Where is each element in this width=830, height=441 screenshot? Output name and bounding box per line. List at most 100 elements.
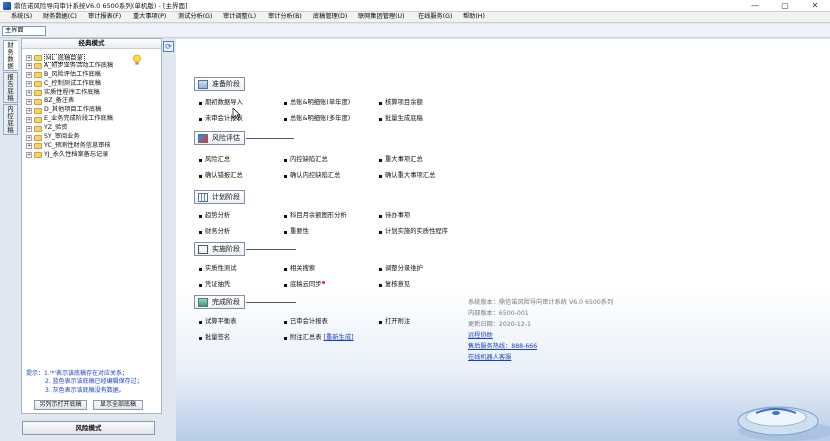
folder-icon (34, 54, 42, 61)
tree-item[interactable]: + ML_底稿目录 (26, 53, 146, 63)
stage-divider (246, 302, 296, 303)
stage-item[interactable]: 总账&明细账(多年度) (284, 115, 350, 123)
menu-major[interactable]: 重大事项(P) (133, 12, 166, 22)
tree-item[interactable]: + YJ_永久性档案备忘记录 (26, 151, 146, 160)
stage-risk[interactable]: 风险评估 (194, 131, 245, 145)
tab-report-workpaper[interactable]: 报告底稿 (3, 72, 18, 103)
folder-icon (34, 107, 42, 114)
workpaper-tree-panel: 经典模式 + ML_底稿目录 + A_初步业务活动工作底稿 + B_风险评估工作底稿 … (21, 38, 162, 414)
menu-help[interactable]: 帮助(H) (463, 12, 485, 22)
tree-item[interactable]: + YC_预测性财务信息审核 (26, 142, 146, 151)
folder-icon (34, 116, 42, 123)
maximize-button[interactable]: ▢ (770, 0, 800, 12)
stage-item[interactable]: 计划实施的实质性程序 (379, 228, 448, 236)
stage-item[interactable]: 实质性测试 (199, 265, 236, 273)
stage-item[interactable]: 相关搜索 (284, 265, 315, 273)
menu-reports[interactable]: 审计报表(F) (88, 12, 121, 22)
menu-adjust[interactable]: 审计调整(L) (223, 12, 256, 22)
risk-mode-button[interactable]: 风险模式 (22, 421, 155, 435)
tree-item[interactable]: + E_业务完成阶段工作底稿 (26, 115, 146, 124)
tree-item[interactable]: + BZ_备注表 (26, 97, 146, 106)
tree-item-label: D_其他项目工作底稿 (44, 106, 102, 114)
stage-item[interactable]: 调整分录维护 (379, 265, 423, 273)
stage-item[interactable]: 内控缺陷汇总 (284, 156, 328, 164)
tree-item-label: A_初步业务活动工作底稿 (44, 61, 114, 69)
stage-divider (246, 249, 296, 250)
hint-line: 2. 蓝色表示该底稿已经编辑保存过； (45, 378, 143, 386)
window-title: 鼎信诺风险导向审计系统V6.0 6500系列(单机版) - [主界面] (14, 2, 188, 10)
workpaper-tree: + ML_底稿目录 + A_初步业务活动工作底稿 + B_风险评估工作底稿 + C_控制… (26, 53, 146, 160)
stage-item[interactable]: 已审会计报表 (284, 318, 328, 326)
stage-item[interactable]: 重大事项汇总 (379, 156, 423, 164)
tree-item[interactable]: + D_其他项目工作底稿 (26, 106, 146, 115)
expand-icon[interactable]: + (26, 63, 32, 70)
expand-icon[interactable]: + (26, 98, 32, 105)
stage-item[interactable]: 打开附注 (379, 318, 410, 326)
close-button[interactable]: ✕ (800, 0, 830, 12)
stage-item[interactable]: 确认重大事项汇总 (379, 172, 435, 180)
stage-item[interactable]: 试算平衡表 (199, 318, 236, 326)
tree-item[interactable]: + YZ_验资 (26, 124, 146, 133)
side-tabs: 财务数据 报告底稿 内控底稿 (3, 40, 18, 140)
show-all-button[interactable]: 显示全部底稿 (93, 400, 143, 410)
expand-icon[interactable]: + (26, 125, 32, 132)
tree-item[interactable]: + SY_审阅业务 (26, 133, 146, 142)
tab-financial-data[interactable]: 财务数据 (3, 40, 18, 71)
folder-icon (34, 143, 42, 150)
stage-item[interactable]: 重要性 (284, 228, 309, 236)
menu-online[interactable]: 在线服务(G) (418, 12, 452, 22)
address-field[interactable]: 主界面 (2, 26, 46, 36)
plan-icon (198, 193, 208, 202)
expand-icon[interactable]: + (26, 81, 32, 88)
menu-system[interactable]: 系统(S) (11, 12, 32, 22)
stage-item[interactable]: 总账&明细账(单年度) (284, 99, 350, 107)
tree-item-label: YJ_永久性档案备忘记录 (44, 150, 109, 158)
stage-item[interactable]: 核算项目余额 (379, 99, 423, 107)
folder-icon (34, 98, 42, 105)
stage-item[interactable]: 附注汇总表 [重新生成] (284, 334, 354, 342)
stage-execute[interactable]: 实施阶段 (194, 242, 245, 256)
expand-icon[interactable]: + (26, 116, 32, 123)
stage-item[interactable]: 风险汇总 (199, 156, 230, 164)
stage-plan[interactable]: 计划阶段 (194, 190, 245, 204)
expand-icon[interactable]: + (26, 72, 32, 79)
expand-icon[interactable]: + (26, 152, 32, 159)
stage-item[interactable]: 科目月余额图形分析 (284, 212, 347, 220)
menu-workpaper[interactable]: 底稿管理(D) (313, 12, 347, 22)
stage-item[interactable]: 底稿云同步 (284, 281, 326, 289)
hotline-link[interactable]: 售后服务热线：888-666 (468, 341, 613, 352)
menu-test[interactable]: 测试分析(G) (178, 12, 212, 22)
stage-item[interactable]: 确认内控缺陷汇总 (284, 172, 340, 180)
stage-item[interactable]: 期初数据导入 (199, 99, 243, 107)
stage-item[interactable]: 批量生成底稿 (379, 115, 423, 123)
stage-item[interactable]: 凭证抽凭 (199, 281, 230, 289)
expand-icon[interactable]: + (26, 143, 32, 150)
stage-item[interactable]: 待办事项 (379, 212, 410, 220)
tree-item[interactable]: + B_风险评估工作底稿 (26, 71, 146, 80)
folder-icon (34, 90, 42, 97)
menu-analysis[interactable]: 审计分析(B) (268, 12, 302, 22)
online-bot-link[interactable]: 在线机器人客服 (468, 352, 613, 363)
new-badge (322, 281, 326, 284)
stage-item[interactable]: 确认错报汇总 (199, 172, 243, 180)
tree-item[interactable]: + C_控制测试工作底稿 (26, 80, 146, 89)
expand-icon[interactable]: + (26, 107, 32, 114)
open-list-button[interactable]: 另列示打开底稿 (34, 400, 87, 410)
stage-item[interactable]: 财务分析 (199, 228, 230, 236)
tree-item[interactable]: + A_初步业务活动工作底稿 (26, 62, 146, 71)
expand-icon[interactable]: + (26, 90, 32, 97)
refresh-icon[interactable]: ⟳ (163, 41, 174, 52)
minimize-button[interactable]: — (740, 0, 770, 12)
regenerate-link[interactable]: [重新生成] (324, 334, 354, 341)
tab-internal-control[interactable]: 内控底稿 (3, 104, 18, 135)
expand-icon[interactable]: + (26, 54, 32, 61)
stage-item[interactable]: 趋势分析 (199, 212, 230, 220)
expand-icon[interactable]: + (26, 134, 32, 141)
stage-complete[interactable]: 完成阶段 (194, 295, 245, 309)
remote-help-link[interactable]: 远程协助 (468, 330, 613, 341)
menu-finance[interactable]: 财务数据(C) (43, 12, 77, 22)
menu-group[interactable]: 联网集团管理(U) (358, 12, 404, 22)
stage-item[interactable]: 批量签名 (199, 334, 230, 342)
stage-prepare[interactable]: 准备阶段 (194, 77, 245, 91)
stage-item[interactable]: 复核意见 (379, 281, 410, 289)
